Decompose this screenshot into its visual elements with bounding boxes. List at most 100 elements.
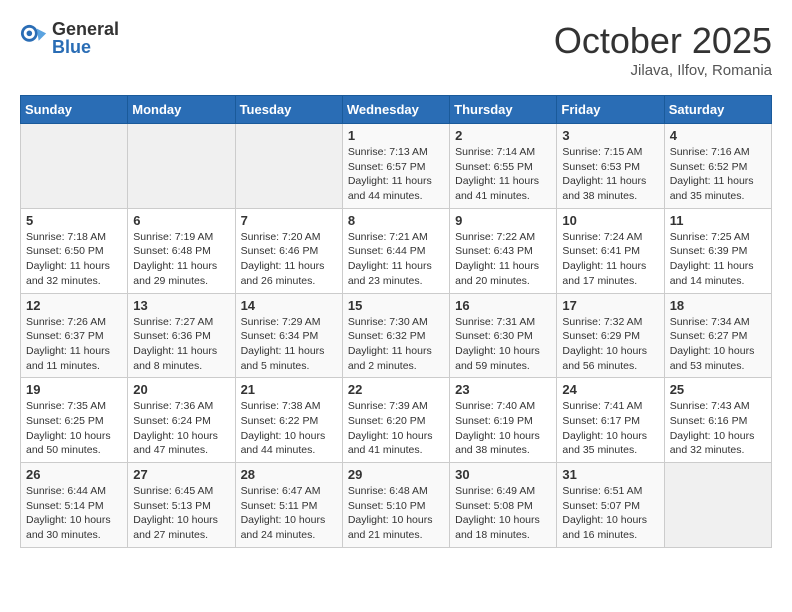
calendar-cell: 12Sunrise: 7:26 AM Sunset: 6:37 PM Dayli…	[21, 293, 128, 378]
day-number: 1	[348, 128, 444, 143]
day-number: 23	[455, 382, 551, 397]
day-info: Sunrise: 7:31 AM Sunset: 6:30 PM Dayligh…	[455, 315, 551, 374]
day-info: Sunrise: 6:45 AM Sunset: 5:13 PM Dayligh…	[133, 484, 229, 543]
calendar-cell: 21Sunrise: 7:38 AM Sunset: 6:22 PM Dayli…	[235, 378, 342, 463]
day-info: Sunrise: 7:13 AM Sunset: 6:57 PM Dayligh…	[348, 145, 444, 204]
day-number: 19	[26, 382, 122, 397]
calendar-week-4: 19 Sunrise: 7:35 AM Sunset: 6:25 PM Dayli…	[21, 378, 772, 463]
calendar-cell: 13Sunrise: 7:27 AM Sunset: 6:36 PM Dayli…	[128, 293, 235, 378]
day-number: 2	[455, 128, 551, 143]
day-info: Sunrise: 7:22 AM Sunset: 6:43 PM Dayligh…	[455, 230, 551, 289]
calendar-cell: 22Sunrise: 7:39 AM Sunset: 6:20 PM Dayli…	[342, 378, 449, 463]
calendar-cell	[21, 124, 128, 209]
header-saturday: Saturday	[664, 96, 771, 124]
day-number: 25	[670, 382, 766, 397]
calendar-cell	[664, 463, 771, 548]
day-number: 8	[348, 213, 444, 228]
calendar-cell: 25 Sunrise: 7:43 AM Sunset: 6:16 PM Dayli…	[664, 378, 771, 463]
day-number: 20	[133, 382, 229, 397]
calendar-cell: 27 Sunrise: 6:45 AM Sunset: 5:13 PM Dayli…	[128, 463, 235, 548]
calendar-cell: 5 Sunrise: 7:18 AM Sunset: 6:50 PM Daylig…	[21, 208, 128, 293]
day-info: Sunrise: 6:48 AM Sunset: 5:10 PM Dayligh…	[348, 484, 444, 543]
day-info: Sunrise: 7:24 AM Sunset: 6:41 PM Dayligh…	[562, 230, 658, 289]
day-number: 5	[26, 213, 122, 228]
day-number: 7	[241, 213, 337, 228]
day-number: 26	[26, 467, 122, 482]
day-info: Sunrise: 7:18 AM Sunset: 6:50 PM Dayligh…	[26, 230, 122, 289]
day-info: Sunrise: 7:20 AM Sunset: 6:46 PM Dayligh…	[241, 230, 337, 289]
day-number: 18	[670, 298, 766, 313]
header-sunday: Sunday	[21, 96, 128, 124]
logo: General Blue	[20, 20, 119, 56]
calendar-table: SundayMondayTuesdayWednesdayThursdayFrid…	[20, 95, 772, 548]
calendar-cell: 26 Sunrise: 6:44 AM Sunset: 5:14 PM Dayli…	[21, 463, 128, 548]
calendar-cell: 31 Sunrise: 6:51 AM Sunset: 5:07 PM Dayli…	[557, 463, 664, 548]
day-number: 31	[562, 467, 658, 482]
day-info: Sunrise: 6:51 AM Sunset: 5:07 PM Dayligh…	[562, 484, 658, 543]
day-info: Sunrise: 6:47 AM Sunset: 5:11 PM Dayligh…	[241, 484, 337, 543]
header-tuesday: Tuesday	[235, 96, 342, 124]
calendar-cell: 9 Sunrise: 7:22 AM Sunset: 6:43 PM Daylig…	[450, 208, 557, 293]
header-thursday: Thursday	[450, 96, 557, 124]
calendar-cell: 19 Sunrise: 7:35 AM Sunset: 6:25 PM Dayli…	[21, 378, 128, 463]
day-info: Sunrise: 7:34 AM Sunset: 6:27 PM Dayligh…	[670, 315, 766, 374]
calendar-cell: 7 Sunrise: 7:20 AM Sunset: 6:46 PM Daylig…	[235, 208, 342, 293]
day-info: Sunrise: 7:21 AM Sunset: 6:44 PM Dayligh…	[348, 230, 444, 289]
logo-icon	[20, 24, 48, 52]
header-monday: Monday	[128, 96, 235, 124]
day-number: 6	[133, 213, 229, 228]
day-number: 9	[455, 213, 551, 228]
logo-text: General Blue	[52, 20, 119, 56]
day-info: Sunrise: 7:15 AM Sunset: 6:53 PM Dayligh…	[562, 145, 658, 204]
day-number: 24	[562, 382, 658, 397]
header-friday: Friday	[557, 96, 664, 124]
day-info: Sunrise: 6:49 AM Sunset: 5:08 PM Dayligh…	[455, 484, 551, 543]
day-number: 4	[670, 128, 766, 143]
calendar-cell: 11Sunrise: 7:25 AM Sunset: 6:39 PM Dayli…	[664, 208, 771, 293]
day-info: Sunrise: 7:30 AM Sunset: 6:32 PM Dayligh…	[348, 315, 444, 374]
calendar-cell: 4 Sunrise: 7:16 AM Sunset: 6:52 PM Daylig…	[664, 124, 771, 209]
calendar-cell: 29Sunrise: 6:48 AM Sunset: 5:10 PM Dayli…	[342, 463, 449, 548]
calendar-header-row: SundayMondayTuesdayWednesdayThursdayFrid…	[21, 96, 772, 124]
day-number: 30	[455, 467, 551, 482]
day-info: Sunrise: 7:29 AM Sunset: 6:34 PM Dayligh…	[241, 315, 337, 374]
title-block: October 2025 Jilava, Ilfov, Romania	[554, 20, 772, 79]
calendar-cell: 30 Sunrise: 6:49 AM Sunset: 5:08 PM Dayli…	[450, 463, 557, 548]
calendar-cell: 8 Sunrise: 7:21 AM Sunset: 6:44 PM Daylig…	[342, 208, 449, 293]
day-info: Sunrise: 7:35 AM Sunset: 6:25 PM Dayligh…	[26, 399, 122, 458]
day-info: Sunrise: 7:36 AM Sunset: 6:24 PM Dayligh…	[133, 399, 229, 458]
calendar-cell: 2 Sunrise: 7:14 AM Sunset: 6:55 PM Daylig…	[450, 124, 557, 209]
day-number: 14	[241, 298, 337, 313]
calendar-week-5: 26 Sunrise: 6:44 AM Sunset: 5:14 PM Dayli…	[21, 463, 772, 548]
day-number: 15	[348, 298, 444, 313]
day-number: 22	[348, 382, 444, 397]
calendar-cell: 17 Sunrise: 7:32 AM Sunset: 6:29 PM Dayli…	[557, 293, 664, 378]
month-title: October 2025	[554, 20, 772, 62]
day-number: 10	[562, 213, 658, 228]
logo-blue: Blue	[52, 38, 119, 56]
day-info: Sunrise: 7:38 AM Sunset: 6:22 PM Dayligh…	[241, 399, 337, 458]
calendar-cell: 10 Sunrise: 7:24 AM Sunset: 6:41 PM Dayli…	[557, 208, 664, 293]
calendar-cell: 23Sunrise: 7:40 AM Sunset: 6:19 PM Dayli…	[450, 378, 557, 463]
calendar-cell: 3 Sunrise: 7:15 AM Sunset: 6:53 PM Daylig…	[557, 124, 664, 209]
day-number: 17	[562, 298, 658, 313]
calendar-cell: 24 Sunrise: 7:41 AM Sunset: 6:17 PM Dayli…	[557, 378, 664, 463]
day-number: 3	[562, 128, 658, 143]
day-info: Sunrise: 7:16 AM Sunset: 6:52 PM Dayligh…	[670, 145, 766, 204]
header-wednesday: Wednesday	[342, 96, 449, 124]
calendar-cell: 14 Sunrise: 7:29 AM Sunset: 6:34 PM Dayli…	[235, 293, 342, 378]
day-info: Sunrise: 7:43 AM Sunset: 6:16 PM Dayligh…	[670, 399, 766, 458]
calendar-cell: 16Sunrise: 7:31 AM Sunset: 6:30 PM Dayli…	[450, 293, 557, 378]
day-info: Sunrise: 7:14 AM Sunset: 6:55 PM Dayligh…	[455, 145, 551, 204]
day-info: Sunrise: 7:25 AM Sunset: 6:39 PM Dayligh…	[670, 230, 766, 289]
logo-general: General	[52, 20, 119, 38]
day-info: Sunrise: 6:44 AM Sunset: 5:14 PM Dayligh…	[26, 484, 122, 543]
calendar-cell: 20 Sunrise: 7:36 AM Sunset: 6:24 PM Dayli…	[128, 378, 235, 463]
day-info: Sunrise: 7:32 AM Sunset: 6:29 PM Dayligh…	[562, 315, 658, 374]
calendar-cell: 1 Sunrise: 7:13 AM Sunset: 6:57 PM Daylig…	[342, 124, 449, 209]
day-number: 27	[133, 467, 229, 482]
calendar-cell: 15 Sunrise: 7:30 AM Sunset: 6:32 PM Dayli…	[342, 293, 449, 378]
day-number: 12	[26, 298, 122, 313]
day-info: Sunrise: 7:41 AM Sunset: 6:17 PM Dayligh…	[562, 399, 658, 458]
calendar-cell: 18 Sunrise: 7:34 AM Sunset: 6:27 PM Dayli…	[664, 293, 771, 378]
